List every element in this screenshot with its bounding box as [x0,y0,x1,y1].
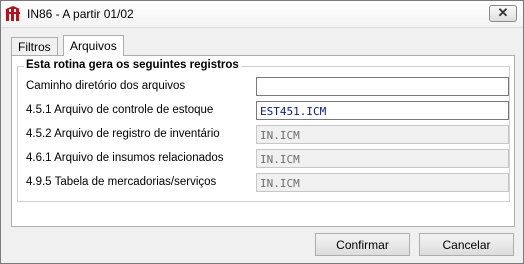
label-controle-estoque: 4.5.1 Arquivo de controle de estoque [26,104,214,116]
cancelar-button[interactable]: Cancelar [419,233,514,256]
tab-panel-arquivos: Esta rotina gera os seguintes registros … [11,55,515,227]
controle-estoque-input[interactable]: EST451.ICM [256,101,509,120]
registros-group: Esta rotina gera os seguintes registros … [17,59,510,202]
label-insumos-relacionados: 4.6.1 Arquivo de insumos relacionados [26,152,224,164]
close-icon[interactable]: ✕ [490,5,516,21]
tabela-mercadorias-input: IN.ICM [256,173,509,192]
confirmar-button[interactable]: Confirmar [315,233,410,256]
insumos-relacionados-input: IN.ICM [256,149,509,168]
label-registro-inventario: 4.5.2 Arquivo de registro de inventário [26,128,220,140]
group-title: Esta rotina gera os seguintes registros [24,59,241,71]
tab-arquivos[interactable]: Arquivos [63,35,124,56]
label-caminho-diretorio: Caminho diretório dos arquivos [26,80,186,92]
caminho-diretorio-input[interactable] [256,77,509,96]
tab-filtros[interactable]: Filtros [11,37,58,55]
factory-logo-icon [6,6,20,21]
title-bar: IN86 - A partir 01/02 ✕ [1,1,523,28]
label-tabela-mercadorias: 4.9.5 Tabela de mercadorias/serviços [26,176,217,188]
close-button[interactable]: ✕ [489,5,517,22]
registro-inventario-input: IN.ICM [256,125,509,144]
window-title: IN86 - A partir 01/02 [27,7,134,21]
dialog-window: IN86 - A partir 01/02 ✕ Filtros Arquivos… [0,0,524,264]
